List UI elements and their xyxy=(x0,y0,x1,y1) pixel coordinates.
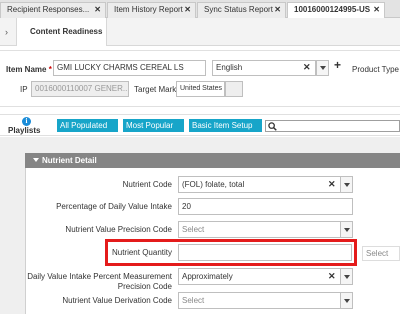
clear-icon[interactable]: ✕ xyxy=(303,62,311,73)
ip-field: 0016000110007 GENER... xyxy=(31,81,129,97)
close-icon[interactable]: ✕ xyxy=(184,3,191,17)
tab-recipient-responses[interactable]: Recipient Responses... ✕ xyxy=(0,2,106,18)
precision-code-label: Nutrient Value Precision Code xyxy=(65,225,172,234)
measurement-precision-dropdown-button[interactable] xyxy=(340,268,353,285)
clear-icon[interactable]: ✕ xyxy=(328,271,336,282)
playlist-chip-most-popular[interactable]: Most Popular xyxy=(123,119,184,132)
nutrient-quantity-unit-select[interactable]: Select xyxy=(362,246,400,261)
tab-label: Item History Report xyxy=(114,5,183,14)
language-select[interactable]: English xyxy=(212,60,316,76)
measurement-precision-label: Daily Value Intake Percent Measurement Pr… xyxy=(27,272,172,291)
tab-label: Recipient Responses... xyxy=(7,5,90,14)
pct-daily-value-label: Percentage of Daily Value Intake xyxy=(56,202,172,211)
tab-label: 10016000124995-US xyxy=(294,5,371,14)
close-icon[interactable]: ✕ xyxy=(274,3,281,17)
add-icon[interactable]: + xyxy=(334,58,341,72)
derivation-code-select[interactable]: Select xyxy=(178,292,341,309)
caret-down-icon xyxy=(33,158,39,162)
previous-section-tab[interactable]: › xyxy=(0,18,17,46)
tab-content-readiness[interactable]: Content Readiness xyxy=(17,18,107,46)
item-name-field[interactable]: GMI LUCKY CHARMS CEREAL LS xyxy=(53,60,206,76)
close-icon[interactable]: ✕ xyxy=(373,3,380,17)
tab-item-history-report[interactable]: Item History Report ✕ xyxy=(107,2,196,18)
playlist-chip-all-populated[interactable]: All Populated xyxy=(57,119,118,132)
pct-daily-value-field[interactable]: 20 xyxy=(178,198,353,215)
nutrient-detail-header[interactable]: Nutrient Detail xyxy=(25,153,400,168)
clear-icon[interactable]: ✕ xyxy=(328,179,336,190)
product-type-label: Product Type xyxy=(352,65,399,74)
tab-sync-status-report[interactable]: Sync Status Report ✕ xyxy=(197,2,286,18)
item-header-card: Item Name * GMI LUCKY CHARMS CEREAL LS E… xyxy=(0,50,400,107)
target-market-field: United States xyxy=(176,81,225,97)
measurement-precision-select[interactable]: Approximately xyxy=(178,268,341,285)
precision-code-dropdown-button[interactable] xyxy=(340,221,353,238)
tab-item-10016000124995-us[interactable]: 10016000124995-US ✕ xyxy=(287,2,385,19)
nutrient-code-dropdown-button[interactable] xyxy=(340,176,353,193)
target-market-extra xyxy=(225,81,243,97)
ip-label: IP xyxy=(20,85,28,94)
highlight-box xyxy=(105,239,357,266)
tab-label: Sync Status Report xyxy=(204,5,273,14)
derivation-code-dropdown-button[interactable] xyxy=(340,292,353,309)
nutrient-code-select[interactable]: (FOL) folate, total xyxy=(178,176,341,193)
playlist-chip-basic-item-setup[interactable]: Basic Item Setup xyxy=(189,119,262,132)
search-icon xyxy=(268,122,277,131)
derivation-code-label: Nutrient Value Derivation Code xyxy=(62,296,172,305)
info-icon[interactable]: i xyxy=(22,117,31,126)
chevron-left-icon: › xyxy=(5,27,8,37)
section-tab-strip: › Content Readiness xyxy=(0,18,400,46)
language-dropdown-button[interactable] xyxy=(316,60,329,76)
precision-code-select[interactable]: Select xyxy=(178,221,341,238)
nutrient-detail-title: Nutrient Detail xyxy=(42,156,97,165)
nutrient-code-label: Nutrient Code xyxy=(122,180,172,189)
playlists-bar: i Playlists All Populated Most Popular B… xyxy=(0,114,400,136)
tab-strip: Recipient Responses... ✕ Item History Re… xyxy=(0,0,400,19)
playlist-search-field[interactable] xyxy=(265,120,400,132)
item-name-label: Item Name * xyxy=(6,65,52,74)
close-icon[interactable]: ✕ xyxy=(94,3,101,17)
playlists-label: Playlists xyxy=(8,126,41,135)
